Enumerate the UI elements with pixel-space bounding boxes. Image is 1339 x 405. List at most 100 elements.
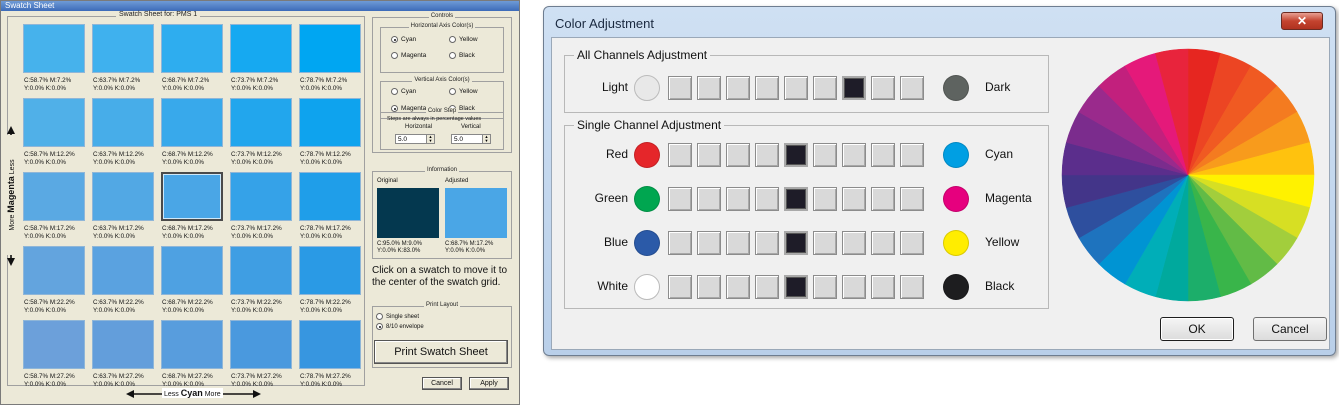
light-dark-step-9[interactable] <box>900 76 924 100</box>
white-black-step-7[interactable] <box>842 275 866 299</box>
h-radio-magenta[interactable]: Magenta <box>391 52 426 59</box>
swatch-cell[interactable]: C:68.7% M:12.2% Y:0.0% K:0.0% <box>161 98 223 166</box>
spin-arrows-icon[interactable]: ▲ ▼ <box>482 135 490 143</box>
h-radio-black[interactable]: Black <box>449 52 475 59</box>
green-magenta-step-5[interactable] <box>784 187 808 211</box>
red-cyan-left-color-dot[interactable] <box>634 142 660 168</box>
red-cyan-step-4[interactable] <box>755 143 779 167</box>
swatch-chip[interactable] <box>92 246 154 295</box>
swatch-chip[interactable] <box>161 246 223 295</box>
green-magenta-step-9[interactable] <box>900 187 924 211</box>
red-cyan-step-9[interactable] <box>900 143 924 167</box>
swatch-cell[interactable]: C:68.7% M:7.2% Y:0.0% K:0.0% <box>161 24 223 92</box>
swatch-chip[interactable] <box>23 98 85 147</box>
swatch-cell[interactable]: C:63.7% M:12.2% Y:0.0% K:0.0% <box>92 98 154 166</box>
swatch-chip[interactable] <box>23 246 85 295</box>
green-magenta-right-color-dot[interactable] <box>943 186 969 212</box>
swatch-cell[interactable]: C:78.7% M:27.2% Y:0.0% K:0.0% <box>299 320 361 388</box>
swatch-cell[interactable]: C:58.7% M:27.2% Y:0.0% K:0.0% <box>23 320 85 388</box>
h-radio-cyan[interactable]: Cyan <box>391 36 416 43</box>
swatch-chip[interactable] <box>92 24 154 73</box>
swatch-cell[interactable]: C:73.7% M:27.2% Y:0.0% K:0.0% <box>230 320 292 388</box>
v-radio-cyan[interactable]: Cyan <box>391 88 416 95</box>
swatch-chip[interactable] <box>299 24 361 73</box>
v-radio-yellow[interactable]: Yellow <box>449 88 478 95</box>
blue-yellow-step-2[interactable] <box>697 231 721 255</box>
white-black-step-8[interactable] <box>871 275 895 299</box>
light-dark-right-color-dot[interactable] <box>943 75 969 101</box>
light-dark-step-5[interactable] <box>784 76 808 100</box>
swatch-chip[interactable] <box>230 320 292 369</box>
swatch-chip[interactable] <box>161 24 223 73</box>
swatch-chip[interactable] <box>92 98 154 147</box>
blue-yellow-step-4[interactable] <box>755 231 779 255</box>
swatch-chip[interactable] <box>230 98 292 147</box>
swatch-cell[interactable]: C:73.7% M:12.2% Y:0.0% K:0.0% <box>230 98 292 166</box>
swatch-chip[interactable] <box>161 320 223 369</box>
swatch-cell[interactable]: C:68.7% M:17.2% Y:0.0% K:0.0% <box>161 172 223 240</box>
dialog-cancel-button[interactable]: Cancel <box>1253 317 1327 341</box>
white-black-step-9[interactable] <box>900 275 924 299</box>
white-black-step-2[interactable] <box>697 275 721 299</box>
swatch-cell[interactable]: C:73.7% M:17.2% Y:0.0% K:0.0% <box>230 172 292 240</box>
green-magenta-step-1[interactable] <box>668 187 692 211</box>
swatch-chip[interactable] <box>230 246 292 295</box>
red-cyan-step-7[interactable] <box>842 143 866 167</box>
swatch-cell[interactable]: C:58.7% M:12.2% Y:0.0% K:0.0% <box>23 98 85 166</box>
light-dark-step-2[interactable] <box>697 76 721 100</box>
swatch-chip[interactable] <box>23 172 85 221</box>
light-dark-step-7[interactable] <box>842 76 866 100</box>
swatch-chip[interactable] <box>23 24 85 73</box>
swatch-cell[interactable]: C:78.7% M:17.2% Y:0.0% K:0.0% <box>299 172 361 240</box>
blue-yellow-step-7[interactable] <box>842 231 866 255</box>
swatch-chip[interactable] <box>23 320 85 369</box>
white-black-step-4[interactable] <box>755 275 779 299</box>
swatch-cell[interactable]: C:63.7% M:27.2% Y:0.0% K:0.0% <box>92 320 154 388</box>
light-dark-step-1[interactable] <box>668 76 692 100</box>
swatch-cell[interactable]: C:58.7% M:17.2% Y:0.0% K:0.0% <box>23 172 85 240</box>
swatch-cell[interactable]: C:63.7% M:17.2% Y:0.0% K:0.0% <box>92 172 154 240</box>
swatch-cell[interactable]: C:73.7% M:7.2% Y:0.0% K:0.0% <box>230 24 292 92</box>
ok-button[interactable]: OK <box>1160 317 1234 341</box>
swatch-cell[interactable]: C:68.7% M:27.2% Y:0.0% K:0.0% <box>161 320 223 388</box>
swatch-cell[interactable]: C:58.7% M:22.2% Y:0.0% K:0.0% <box>23 246 85 314</box>
red-cyan-step-1[interactable] <box>668 143 692 167</box>
white-black-step-6[interactable] <box>813 275 837 299</box>
light-dark-step-8[interactable] <box>871 76 895 100</box>
white-black-step-5[interactable] <box>784 275 808 299</box>
blue-yellow-left-color-dot[interactable] <box>634 230 660 256</box>
swatch-cell[interactable]: C:68.7% M:22.2% Y:0.0% K:0.0% <box>161 246 223 314</box>
radio-envelope[interactable]: 8/10 envelope <box>376 323 424 330</box>
swatch-cell[interactable]: C:63.7% M:22.2% Y:0.0% K:0.0% <box>92 246 154 314</box>
vertical-step-input[interactable]: 5.0 ▲ ▼ <box>451 134 491 144</box>
green-magenta-left-color-dot[interactable] <box>634 186 660 212</box>
apply-button[interactable]: Apply <box>469 377 509 390</box>
light-dark-step-4[interactable] <box>755 76 779 100</box>
red-cyan-step-5[interactable] <box>784 143 808 167</box>
white-black-left-color-dot[interactable] <box>634 274 660 300</box>
blue-yellow-step-3[interactable] <box>726 231 750 255</box>
green-magenta-step-6[interactable] <box>813 187 837 211</box>
cancel-button[interactable]: Cancel <box>422 377 462 390</box>
blue-yellow-step-1[interactable] <box>668 231 692 255</box>
blue-yellow-step-9[interactable] <box>900 231 924 255</box>
white-black-step-3[interactable] <box>726 275 750 299</box>
swatch-chip[interactable] <box>299 320 361 369</box>
swatch-cell[interactable]: C:63.7% M:7.2% Y:0.0% K:0.0% <box>92 24 154 92</box>
red-cyan-right-color-dot[interactable] <box>943 142 969 168</box>
swatch-chip[interactable] <box>230 172 292 221</box>
blue-yellow-step-8[interactable] <box>871 231 895 255</box>
swatch-chip[interactable] <box>161 172 223 221</box>
swatch-cell[interactable]: C:58.7% M:7.2% Y:0.0% K:0.0% <box>23 24 85 92</box>
light-dark-left-color-dot[interactable] <box>634 75 660 101</box>
red-cyan-step-3[interactable] <box>726 143 750 167</box>
swatch-chip[interactable] <box>299 98 361 147</box>
h-radio-yellow[interactable]: Yellow <box>449 36 478 43</box>
swatch-cell[interactable]: C:78.7% M:7.2% Y:0.0% K:0.0% <box>299 24 361 92</box>
horizontal-step-input[interactable]: 5.0 ▲ ▼ <box>395 134 435 144</box>
swatch-cell[interactable]: C:78.7% M:22.2% Y:0.0% K:0.0% <box>299 246 361 314</box>
swatch-chip[interactable] <box>161 98 223 147</box>
green-magenta-step-2[interactable] <box>697 187 721 211</box>
swatch-cell[interactable]: C:73.7% M:22.2% Y:0.0% K:0.0% <box>230 246 292 314</box>
white-black-step-1[interactable] <box>668 275 692 299</box>
